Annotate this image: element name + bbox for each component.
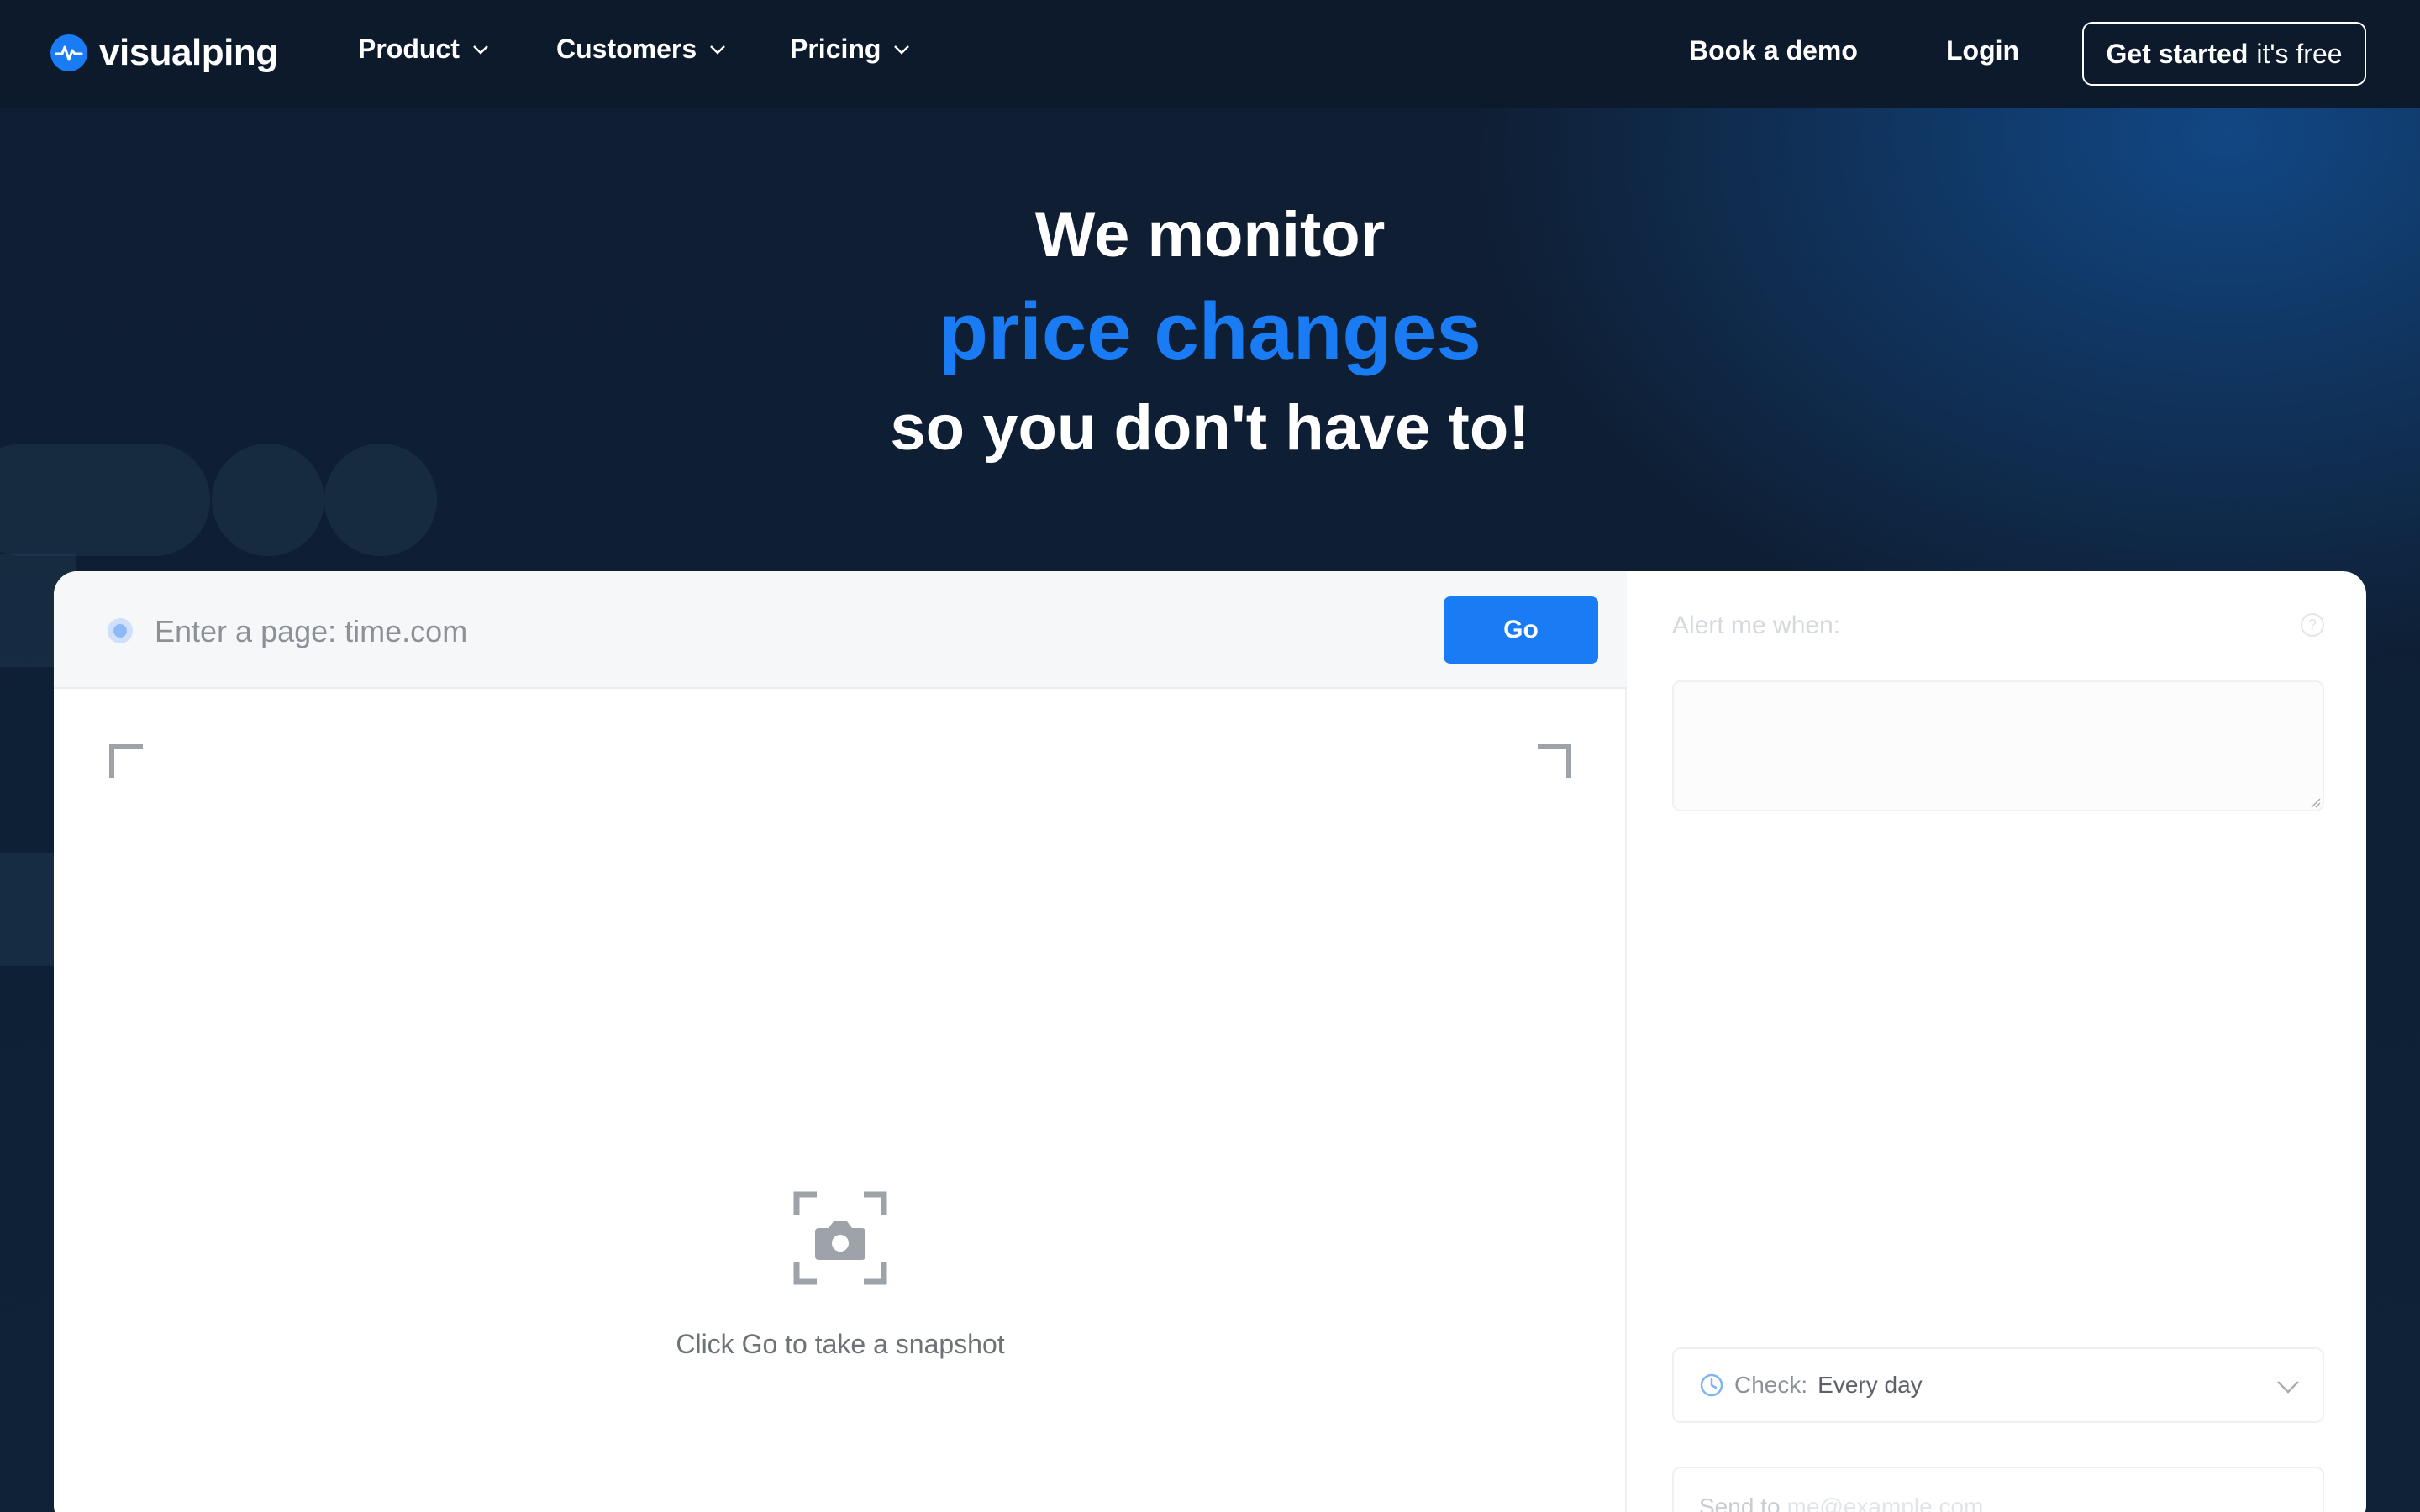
- check-frequency-select[interactable]: Check: Every day: [1672, 1347, 2324, 1423]
- logo[interactable]: visualping: [50, 32, 278, 74]
- go-button[interactable]: Go: [1444, 596, 1598, 664]
- pulse-icon: [50, 34, 87, 71]
- check-label: Check:: [1734, 1372, 1808, 1398]
- url-bar: Go: [54, 571, 1627, 689]
- hero-line-1: We monitor: [1034, 199, 1386, 270]
- alert-pane: Alert me when: ? Check: Every day Send t…: [1627, 571, 2366, 1512]
- nav-pricing-label: Pricing: [790, 34, 881, 64]
- nav-product-label: Product: [358, 34, 460, 64]
- chevron-down-icon: [894, 45, 910, 55]
- chevron-down-icon: [710, 45, 726, 55]
- url-input[interactable]: [155, 606, 1465, 657]
- status-dot-icon: [108, 618, 133, 643]
- alert-label: Alert me when:: [1672, 612, 1841, 639]
- snapshot-pane: Go Click Go to take a snapshot: [54, 571, 1627, 1512]
- login-link[interactable]: Login: [1946, 35, 2019, 66]
- nav-customers[interactable]: Customers: [556, 34, 727, 65]
- snapshot-hint: Click Go to take a snapshot: [676, 1329, 1005, 1359]
- camera-icon: [793, 1191, 887, 1285]
- resize-handle-icon[interactable]: [2309, 796, 2321, 808]
- help-icon[interactable]: ?: [2301, 613, 2324, 637]
- check-value: Every day: [1818, 1372, 1923, 1398]
- hero-line-3: so you don't have to!: [890, 392, 1530, 464]
- send-placeholder: me@example.com: [1786, 1494, 1984, 1512]
- get-started-button[interactable]: Get started it's free: [2082, 22, 2366, 86]
- clock-icon: [1700, 1373, 1723, 1397]
- cta-bold-label: Get started: [2106, 38, 2249, 69]
- cta-light-label: it's free: [2256, 38, 2343, 69]
- nav-product[interactable]: Product: [358, 34, 490, 65]
- send-label: Send to: [1699, 1494, 1781, 1512]
- chevron-down-icon: [473, 45, 488, 55]
- hero-line-2: price changes: [939, 286, 1481, 376]
- logo-text: visualping: [99, 32, 278, 73]
- frame-corner-icon: [109, 744, 143, 778]
- frame-corner-icon: [1538, 744, 1571, 778]
- top-nav: visualping Product Customers Pricing Boo…: [0, 0, 2420, 108]
- chevron-down-icon: [2277, 1381, 2299, 1394]
- send-to-field[interactable]: Send to me@example.com: [1672, 1467, 2324, 1512]
- alert-condition-input[interactable]: [1672, 680, 2324, 811]
- nav-pricing[interactable]: Pricing: [790, 34, 911, 65]
- book-demo-link[interactable]: Book a demo: [1689, 35, 1858, 66]
- monitor-card: Go Click Go to take a snapshot Alert me …: [54, 571, 2366, 1512]
- nav-customers-label: Customers: [556, 34, 697, 64]
